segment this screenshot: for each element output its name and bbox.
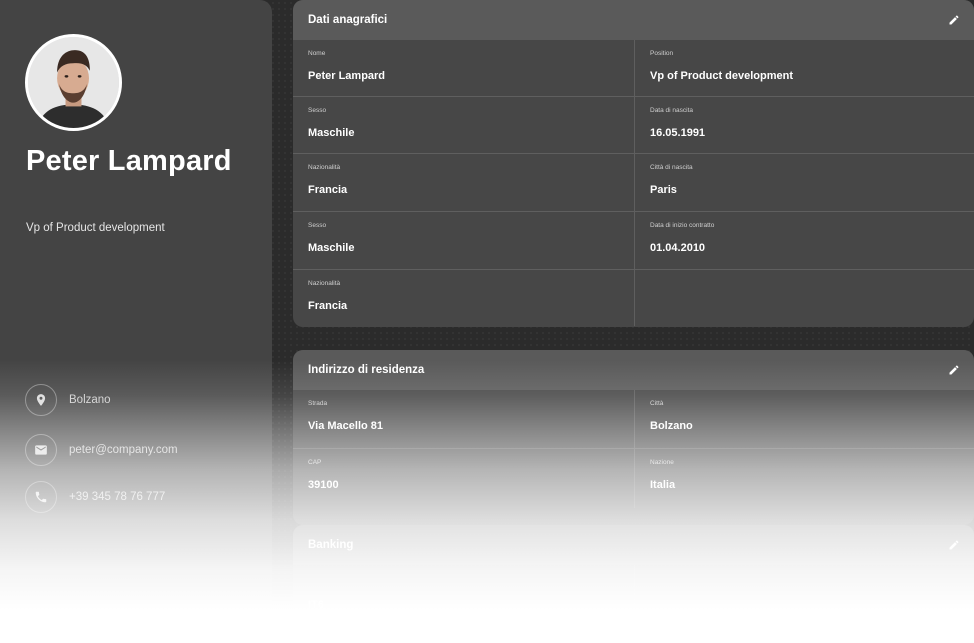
avatar xyxy=(25,34,122,131)
field-label: Data di inizio contratto xyxy=(650,222,715,229)
field-label: Nazione xyxy=(650,459,674,466)
field-value: Paris xyxy=(650,184,677,196)
field-strada: Strada Via Macello 81 xyxy=(293,390,635,449)
avatar-photo xyxy=(28,37,119,128)
field-label: Città xyxy=(650,400,664,407)
field-label: Nazionalità xyxy=(308,164,341,171)
address-grid: Strada Via Macello 81 Città Bolzano CAP … xyxy=(293,390,974,508)
contact-email[interactable]: peter@company.com xyxy=(25,434,178,466)
panel-title: Indirizzo di residenza xyxy=(308,364,425,376)
field-value: 39100 xyxy=(308,479,339,491)
contact-email-text[interactable]: peter@company.com xyxy=(69,444,178,456)
field-label: Position xyxy=(650,50,674,57)
field-sesso-2: Sesso Maschile xyxy=(293,212,635,270)
panel-title: Dati anagrafici xyxy=(308,14,388,26)
field-value: 01.04.2010 xyxy=(650,242,706,254)
field-label: Data di nascita xyxy=(650,107,693,114)
panel-title: Banking xyxy=(308,539,354,551)
field-nazionalita-2: Nazionalità Francia xyxy=(293,270,635,326)
banking-grid: IT6 xyxy=(293,565,974,625)
field-label: CAP xyxy=(308,459,322,466)
contact-location-text: Bolzano xyxy=(69,394,111,406)
profile-name: Peter Lampard xyxy=(26,145,232,177)
field-label: Sesso xyxy=(308,107,327,114)
field-value: IT6 xyxy=(308,599,324,611)
address-panel: Indirizzo di residenza Strada Via Macell… xyxy=(293,350,974,525)
field-value: Francia xyxy=(308,184,348,196)
field-iban: IT6 xyxy=(293,565,635,625)
field-value: Bolzano xyxy=(650,420,693,432)
mail-icon xyxy=(25,434,57,466)
pencil-icon[interactable] xyxy=(948,14,960,26)
personal-data-panel: Dati anagrafici Nome Peter Lampard Posit… xyxy=(293,0,974,327)
field-value: Peter Lampard xyxy=(308,70,386,82)
field-nazionalita: Nazionalità Francia xyxy=(293,154,635,212)
pencil-icon[interactable] xyxy=(948,539,960,551)
field-data-inizio-contratto: Data di inizio contratto 01.04.2010 xyxy=(635,212,974,270)
personal-data-header: Dati anagrafici xyxy=(293,0,974,40)
field-citta-di-nascita: Città di nascita Paris xyxy=(635,154,974,212)
field-value: Maschile xyxy=(308,242,355,254)
pencil-icon[interactable] xyxy=(948,364,960,376)
field-position: Position Vp of Product development xyxy=(635,40,974,97)
field-sesso: Sesso Maschile xyxy=(293,97,635,154)
contact-phone[interactable]: +39 345 78 76 777 xyxy=(25,481,165,513)
phone-icon xyxy=(25,481,57,513)
address-header: Indirizzo di residenza xyxy=(293,350,974,390)
field-label: Strada xyxy=(308,400,328,407)
field-value: Francia xyxy=(308,300,348,312)
banking-header: Banking xyxy=(293,525,974,565)
profile-card: Peter Lampard Vp of Product development … xyxy=(0,0,272,643)
banking-panel: Banking IT6 xyxy=(293,525,974,643)
field-value: 16.05.1991 xyxy=(650,127,706,139)
field-value: Italia xyxy=(650,479,676,491)
field-value: Maschile xyxy=(308,127,355,139)
field-empty xyxy=(635,270,974,326)
profile-role: Vp of Product development xyxy=(26,222,165,234)
field-label: Nome xyxy=(308,50,326,57)
contact-location: Bolzano xyxy=(25,384,111,416)
field-empty xyxy=(635,565,974,625)
field-value: Vp of Product development xyxy=(650,70,794,82)
field-citta: Città Bolzano xyxy=(635,390,974,449)
field-nome: Nome Peter Lampard xyxy=(293,40,635,97)
location-pin-icon xyxy=(25,384,57,416)
field-label: Sesso xyxy=(308,222,327,229)
field-data-di-nascita: Data di nascita 16.05.1991 xyxy=(635,97,974,154)
field-cap: CAP 39100 xyxy=(293,449,635,508)
contact-phone-text[interactable]: +39 345 78 76 777 xyxy=(69,491,165,503)
field-nazione: Nazione Italia xyxy=(635,449,974,508)
personal-data-grid: Nome Peter Lampard Position Vp of Produc… xyxy=(293,40,974,326)
field-label: Città di nascita xyxy=(650,164,693,171)
field-label: Nazionalità xyxy=(308,280,341,287)
field-value: Via Macello 81 xyxy=(308,420,384,432)
